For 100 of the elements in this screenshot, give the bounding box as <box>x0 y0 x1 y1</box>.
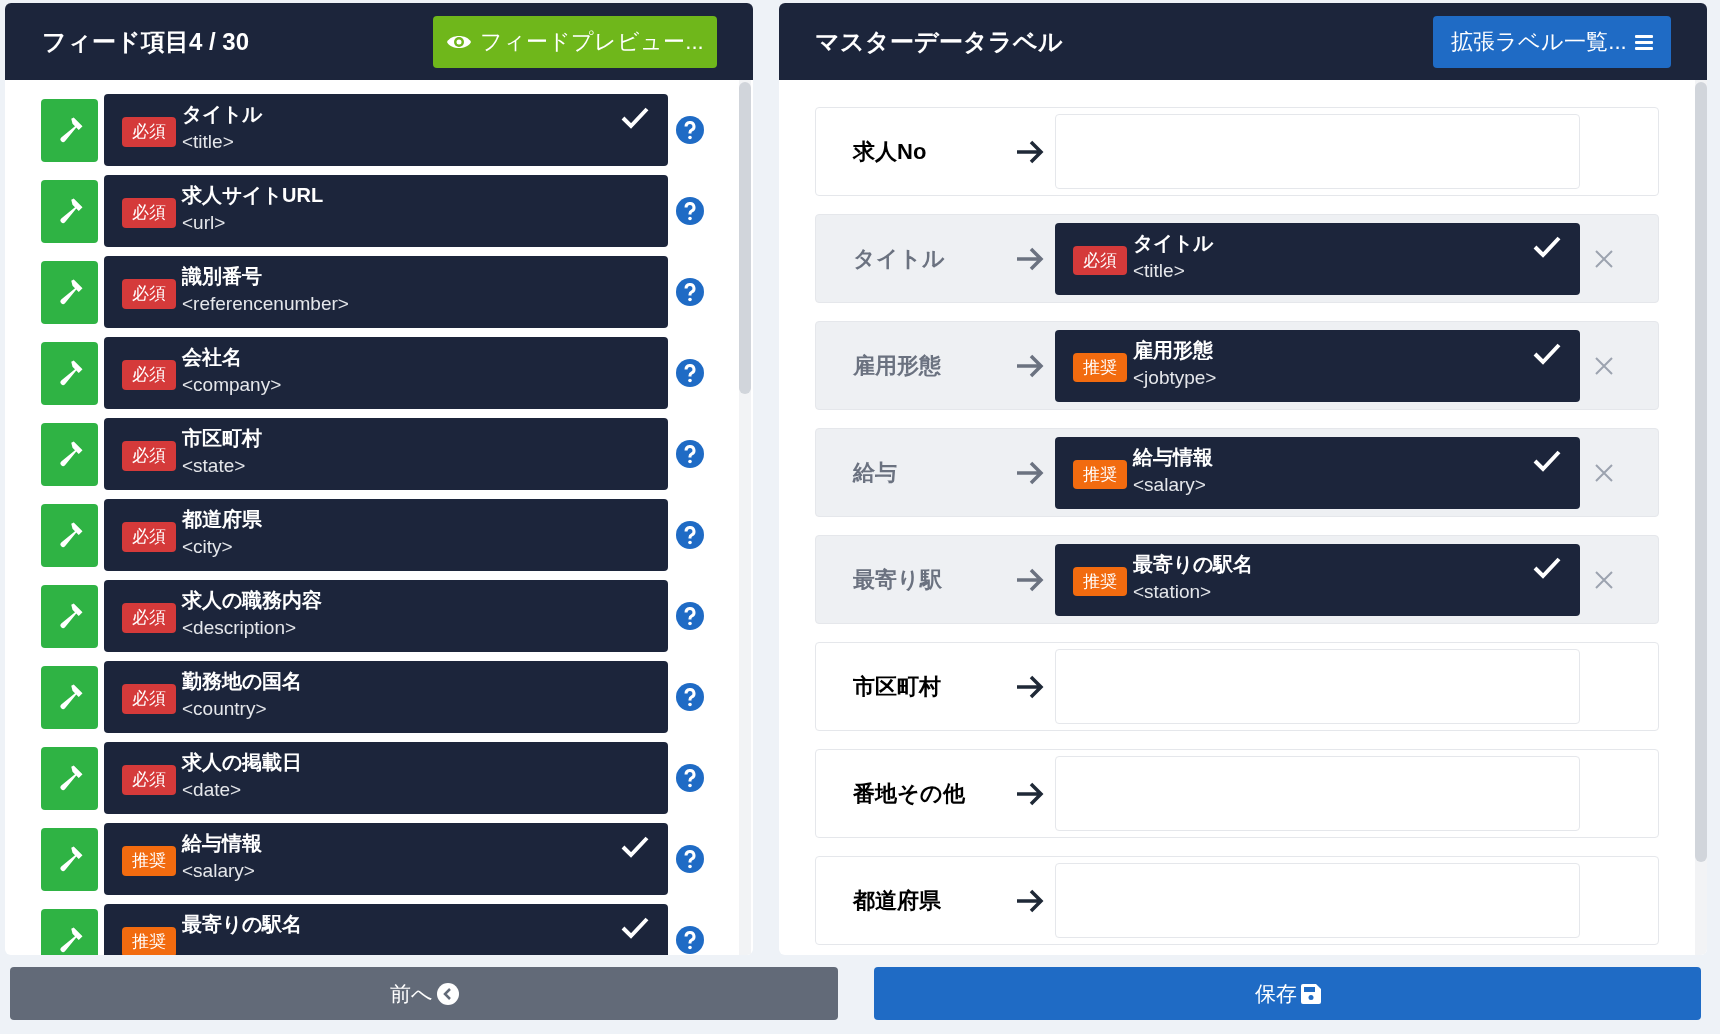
help-icon[interactable] <box>675 358 705 388</box>
arrow-icon <box>1015 352 1045 379</box>
item-tag: <company> <box>182 371 282 399</box>
item-label: 求人の職務内容 <box>182 588 322 613</box>
help-icon[interactable] <box>675 601 705 631</box>
close-icon[interactable] <box>1594 248 1614 269</box>
item-tag: <state> <box>182 452 262 480</box>
master-label: 市区町村 <box>853 673 942 701</box>
hammer-button[interactable] <box>41 260 98 324</box>
scrollbar-thumb[interactable] <box>739 82 751 394</box>
arrow-icon <box>1015 780 1045 807</box>
item-label: 給与情報 <box>182 831 262 856</box>
feed-item-card[interactable]: 必須 求人の掲載日 <date> <box>104 742 668 814</box>
hammer-button[interactable] <box>41 908 98 955</box>
feed-item-card[interactable]: 推奨 給与情報 <salary> <box>104 823 668 895</box>
feed-item-card[interactable]: 推奨 最寄りの駅名 <station> <box>1055 543 1580 616</box>
checkmark-icon <box>1532 234 1562 259</box>
help-icon[interactable] <box>675 763 705 793</box>
hammer-button[interactable] <box>41 503 98 567</box>
close-icon[interactable] <box>1594 355 1614 376</box>
arrow-icon <box>1015 673 1045 700</box>
feed-item-card[interactable]: 必須 求人サイトURL <url> <box>104 175 668 247</box>
item-tag: <title> <box>1133 256 1213 285</box>
item-label: 市区町村 <box>182 426 262 451</box>
feed-item-card[interactable]: 必須 タイトル <title> <box>104 94 668 166</box>
item-label: 最寄りの駅名 <box>1133 551 1253 577</box>
item-tag: <jobtype> <box>1133 363 1217 392</box>
feed-item-card[interactable]: 必須 市区町村 <state> <box>104 418 668 490</box>
arrow-icon <box>1015 459 1045 486</box>
item-tag: <title> <box>182 128 262 156</box>
priority-badge: 必須 <box>1073 245 1127 275</box>
help-icon[interactable] <box>675 196 705 226</box>
priority-badge: 必須 <box>122 603 176 633</box>
item-tag: <city> <box>182 533 262 561</box>
help-icon[interactable] <box>675 682 705 712</box>
save-button[interactable]: 保存 <box>874 967 1701 1020</box>
help-icon[interactable] <box>675 925 705 955</box>
item-tag: <date> <box>182 776 302 804</box>
feed-item-card[interactable]: 必須 都道府県 <city> <box>104 499 668 571</box>
priority-badge: 推奨 <box>1073 459 1127 489</box>
priority-badge: 必須 <box>122 198 176 228</box>
item-tag: <description> <box>182 614 322 642</box>
hammer-button[interactable] <box>41 422 98 486</box>
item-label: 都道府県 <box>182 507 262 532</box>
scrollbar[interactable] <box>739 80 751 955</box>
help-icon[interactable] <box>675 115 705 145</box>
priority-badge: 推奨 <box>1073 566 1127 596</box>
help-icon[interactable] <box>675 520 705 550</box>
hammer-button[interactable] <box>41 341 98 405</box>
item-label: 求人サイトURL <box>182 183 324 208</box>
item-tag: <station> <box>1133 577 1253 606</box>
checkmark-icon <box>1532 341 1562 366</box>
master-label: 番地その他 <box>853 780 966 808</box>
feed-item-card[interactable]: 推奨 最寄りの駅名 <box>104 904 668 955</box>
save-icon <box>1300 983 1321 1004</box>
drop-field[interactable] <box>1055 756 1580 831</box>
help-icon[interactable] <box>675 844 705 874</box>
back-button[interactable]: 前へ <box>10 967 838 1020</box>
checkmark-icon <box>1532 448 1562 473</box>
item-label: タイトル <box>1133 230 1213 256</box>
priority-badge: 推奨 <box>122 927 176 955</box>
checkmark-icon <box>1532 555 1562 580</box>
arrow-icon <box>1015 245 1045 272</box>
drop-field[interactable] <box>1055 649 1580 724</box>
priority-badge: 必須 <box>122 360 176 390</box>
help-icon[interactable] <box>675 439 705 469</box>
panel-title: フィード項目4 / 30 <box>42 26 250 57</box>
close-icon[interactable] <box>1594 462 1614 483</box>
hammer-button[interactable] <box>41 665 98 729</box>
close-icon[interactable] <box>1594 569 1614 590</box>
priority-badge: 推奨 <box>1073 352 1127 382</box>
hammer-button[interactable] <box>41 827 98 891</box>
checkmark-icon <box>620 835 650 859</box>
help-icon[interactable] <box>675 277 705 307</box>
feed-item-card[interactable]: 必須 タイトル <title> <box>1055 222 1580 295</box>
feed-item-card[interactable]: 推奨 給与情報 <salary> <box>1055 436 1580 509</box>
master-label: 給与 <box>853 459 898 487</box>
item-label: 識別番号 <box>182 264 263 289</box>
panel-title: マスターデータラベル <box>815 26 1063 57</box>
feed-item-card[interactable]: 必須 勤務地の国名 <country> <box>104 661 668 733</box>
chevron-left-icon <box>436 982 459 1005</box>
feed-item-card[interactable]: 必須 会社名 <company> <box>104 337 668 409</box>
item-label: 勤務地の国名 <box>182 669 302 694</box>
feed-item-card[interactable]: 必須 求人の職務内容 <description> <box>104 580 668 652</box>
priority-badge: 推奨 <box>122 846 176 876</box>
hammer-button[interactable] <box>41 584 98 648</box>
item-label: 雇用形態 <box>1133 337 1214 363</box>
drop-field[interactable] <box>1055 863 1580 938</box>
drop-field[interactable] <box>1055 114 1580 189</box>
priority-badge: 必須 <box>122 684 176 714</box>
feed-item-card[interactable]: 必須 識別番号 <referencenumber> <box>104 256 668 328</box>
hammer-button[interactable] <box>41 746 98 810</box>
item-label: 求人の掲載日 <box>182 750 302 775</box>
hammer-button[interactable] <box>41 179 98 243</box>
item-tag: <salary> <box>1133 470 1213 499</box>
hammer-button[interactable] <box>41 98 98 162</box>
feed-item-card[interactable]: 推奨 雇用形態 <jobtype> <box>1055 329 1580 402</box>
arrow-icon <box>1015 138 1045 165</box>
extended-labels-button[interactable]: 拡張ラベル一覧... <box>1433 15 1671 68</box>
item-label: 会社名 <box>182 345 243 370</box>
